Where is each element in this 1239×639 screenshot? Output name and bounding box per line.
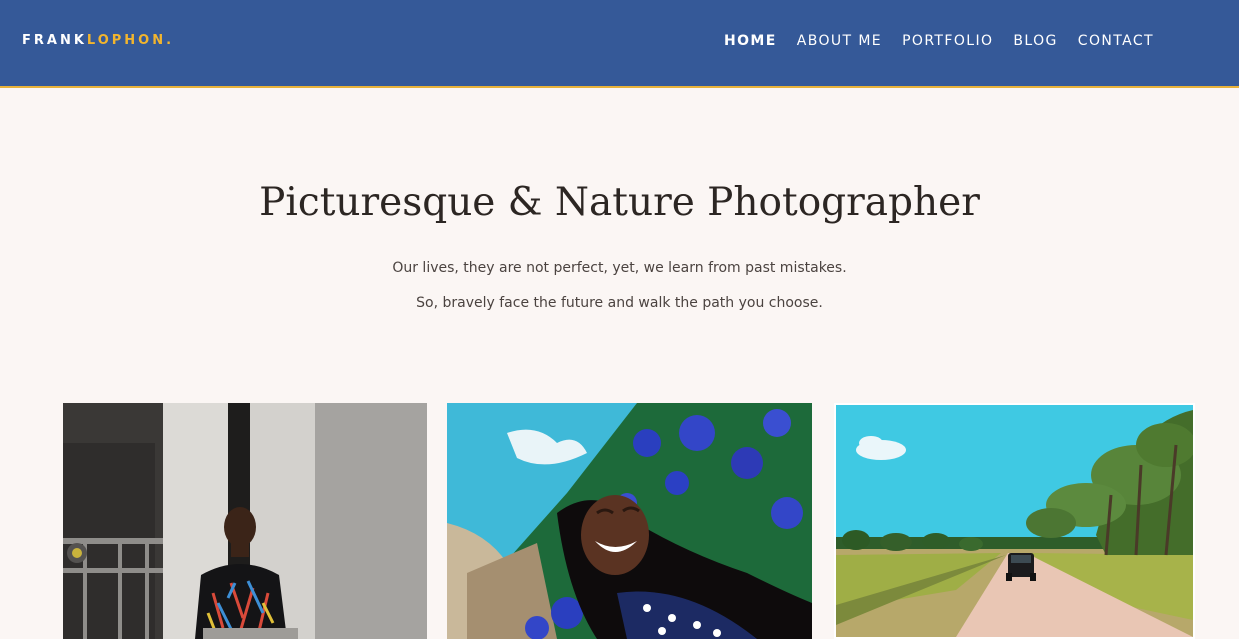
nav-contact[interactable]: CONTACT bbox=[1078, 31, 1154, 51]
hero-tagline-line-1: Our lives, they are not perfect, yet, we… bbox=[392, 260, 847, 276]
logo-text-accent: LOPHON. bbox=[86, 33, 175, 48]
site-logo[interactable]: FRANKLOPHON. bbox=[22, 33, 174, 49]
gallery-photo-road-car[interactable] bbox=[834, 403, 1195, 639]
gallery-photo-portrait-man[interactable] bbox=[63, 403, 427, 639]
hero-title: Picturesque & Nature Photographer bbox=[259, 180, 980, 225]
smiling-woman-image bbox=[447, 403, 812, 639]
site-header: FRANKLOPHON. HOME ABOUT ME PORTFOLIO BLO… bbox=[0, 0, 1239, 88]
gallery-photo-smiling-woman[interactable] bbox=[447, 403, 812, 639]
portrait-man-image bbox=[63, 403, 427, 639]
nav-portfolio[interactable]: PORTFOLIO bbox=[902, 31, 993, 51]
road-car-image bbox=[836, 405, 1193, 637]
hero-tagline-line-2: So, bravely face the future and walk the… bbox=[416, 295, 823, 311]
nav-home[interactable]: HOME bbox=[724, 31, 777, 51]
nav-blog[interactable]: BLOG bbox=[1013, 31, 1057, 51]
logo-text-primary: FRANK bbox=[22, 33, 87, 48]
main-nav: HOME ABOUT ME PORTFOLIO BLOG CONTACT bbox=[724, 31, 1154, 51]
nav-about-me[interactable]: ABOUT ME bbox=[797, 31, 882, 51]
